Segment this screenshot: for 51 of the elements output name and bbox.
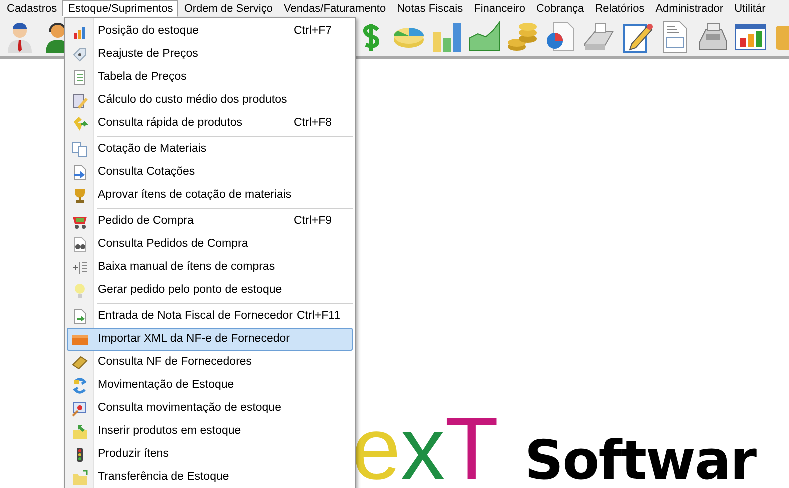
menu-item[interactable]: Aprovar ítens de cotação de materiais [67, 184, 353, 207]
logo-letter: e [352, 410, 401, 488]
logo-word: Softwar [524, 428, 756, 488]
menu-item[interactable]: Cotação de Materiais [67, 138, 353, 161]
menu-bar-item[interactable]: Vendas/Faturamento [278, 0, 392, 17]
menu-bar-item[interactable]: Utilitár [728, 0, 771, 17]
folder-arrow-icon [72, 470, 88, 486]
calculator-pencil-icon [72, 92, 88, 108]
menu-item[interactable]: Transferência de Estoque [67, 466, 353, 488]
menu-item[interactable]: Gerar pedido pelo ponto de estoque [67, 279, 353, 302]
menu-item[interactable]: Movimentação de Estoque [67, 374, 353, 397]
menu-bar-item[interactable]: Administrador [650, 0, 729, 17]
tag-icon [72, 46, 88, 62]
sheet-icon [72, 70, 88, 86]
area-chart-icon[interactable] [468, 20, 502, 54]
list-plus-icon [72, 260, 88, 276]
menu-item[interactable]: Posição do estoque Ctrl+F7 [67, 20, 353, 43]
menu-item[interactable]: Cálculo do custo médio dos produtos [67, 89, 353, 112]
arrows-icon [72, 378, 88, 394]
menu-item[interactable]: Consulta Pedidos de Compra [67, 233, 353, 256]
menu-item[interactable]: Produzir ítens [67, 443, 353, 466]
menu-item[interactable]: Consulta rápida de produtos Ctrl+F8 [67, 112, 353, 135]
menu-bar-item[interactable]: Cobrança [530, 0, 590, 17]
menu-bar-item[interactable]: Notas Fiscais [391, 0, 468, 17]
menu-bar-item[interactable]: Financeiro [468, 0, 530, 17]
box-icon [72, 354, 88, 370]
menu-item[interactable]: Consulta NF de Fornecedores [67, 351, 353, 374]
light-bulb-icon [72, 282, 88, 298]
menu-bar-item[interactable]: Cadastros [1, 0, 62, 17]
menu-item[interactable]: Consulta movimentação de estoque [67, 397, 353, 420]
menu-item[interactable]: Baixa manual de ítens de compras [67, 256, 353, 279]
menu-bar-item[interactable]: Relatórios [589, 0, 650, 17]
menu-bar-item[interactable]: Estoque/Suprimentos [62, 0, 178, 17]
menu-bar-item[interactable]: Ordem de Serviço [178, 0, 278, 17]
magnifier-window-icon [72, 400, 88, 416]
document-arrow-icon [72, 308, 88, 324]
menu-item[interactable]: Tabela de Preços [67, 66, 353, 89]
logo-letter: T [444, 410, 499, 488]
logo-letter: x [400, 410, 445, 488]
menu-item[interactable]: Importar XML da NF-e de Fornecedor [67, 328, 353, 351]
document-arrow-icon [72, 164, 88, 180]
menu-item[interactable]: Reajuste de Preços [67, 43, 353, 66]
menu-item[interactable]: Entrada de Nota Fiscal de Fornecedor Ctrl+F11 [67, 305, 353, 328]
trophy-icon [72, 188, 88, 204]
menu-item[interactable]: Pedido de Compra Ctrl+F9 [67, 210, 353, 233]
menu-item[interactable]: Consulta Cotações [67, 161, 353, 184]
folder-arrow-icon [72, 424, 88, 440]
binoculars-document-icon [72, 236, 88, 252]
documents-icon [72, 142, 88, 158]
lightning-arrow-icon [72, 116, 88, 132]
menu-item[interactable]: Inserir produtos em estoque [67, 420, 353, 443]
